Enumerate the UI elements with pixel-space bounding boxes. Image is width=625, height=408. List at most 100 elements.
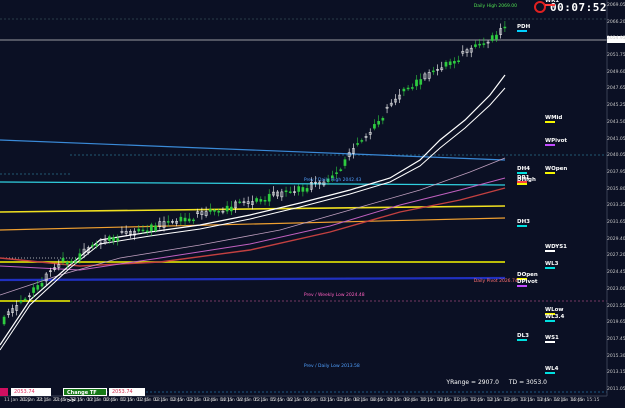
price-tick: 2015.30 bbox=[607, 353, 625, 359]
level-color-bar bbox=[545, 320, 555, 323]
level-label-text: PDH bbox=[517, 24, 531, 31]
level-label: WR1 bbox=[545, 0, 559, 6]
level-label-text: DPivot bbox=[517, 278, 538, 285]
candle bbox=[478, 43, 481, 46]
level-label-text: WPivot bbox=[545, 138, 567, 145]
candle bbox=[444, 62, 448, 67]
price-tick: 2019.65 bbox=[607, 320, 625, 326]
price-tick: 2031.65 bbox=[607, 220, 625, 226]
candle bbox=[356, 143, 359, 145]
candle bbox=[32, 287, 35, 293]
tf-panel: 2053.74 Change TF >> 2053.74 bbox=[0, 387, 145, 404]
candle bbox=[213, 210, 216, 212]
candle bbox=[137, 228, 141, 232]
candle bbox=[373, 124, 376, 129]
candle bbox=[490, 35, 494, 41]
level-label-text: WL3.4 bbox=[545, 314, 565, 321]
price-tick: 2054.95 bbox=[607, 36, 625, 42]
price-input-2[interactable]: 2053.74 bbox=[109, 387, 145, 396]
price-input[interactable]: 2053.74 bbox=[11, 387, 51, 396]
candle bbox=[95, 244, 99, 246]
level-color-bar bbox=[517, 171, 527, 174]
level-color-bar bbox=[545, 340, 555, 343]
price-tick: 2047.65 bbox=[607, 86, 625, 92]
candle bbox=[74, 260, 77, 263]
level-label-text: WL4 bbox=[545, 365, 559, 372]
candle bbox=[448, 61, 452, 66]
candle bbox=[259, 199, 263, 202]
price-tick: 2037.95 bbox=[607, 169, 625, 175]
candle bbox=[230, 206, 233, 212]
candle bbox=[284, 190, 288, 193]
level-label: WDYS1 bbox=[545, 244, 568, 253]
candle bbox=[301, 187, 305, 192]
candle bbox=[187, 218, 191, 222]
candle bbox=[255, 198, 258, 202]
price-chart[interactable] bbox=[0, 0, 625, 408]
level-color-bar bbox=[517, 182, 527, 185]
candle bbox=[179, 216, 183, 222]
level-color-bar bbox=[517, 30, 527, 33]
level-color-bar bbox=[545, 144, 555, 147]
level-label-text: WLow bbox=[545, 306, 564, 313]
candle bbox=[225, 205, 229, 212]
level-label-text: DH4 bbox=[517, 165, 530, 172]
candle bbox=[183, 217, 187, 222]
candle bbox=[335, 172, 338, 174]
candle bbox=[91, 244, 94, 247]
time-tick: 12 Jan 15:15 bbox=[571, 398, 600, 403]
candle bbox=[141, 229, 145, 232]
level-label: WOpen bbox=[545, 166, 567, 174]
price-tick: 2023.00 bbox=[607, 286, 625, 292]
candle bbox=[116, 238, 120, 241]
level-color-bar bbox=[545, 266, 555, 269]
level-label-text: DHigh bbox=[517, 176, 536, 183]
level-color-bar bbox=[517, 284, 527, 287]
price-tick: 2013.15 bbox=[607, 370, 625, 376]
price-tick: 2045.25 bbox=[607, 103, 625, 109]
level-color-bar bbox=[545, 371, 555, 374]
price-tick: 2051.75 bbox=[607, 53, 625, 59]
price-tick: 2024.45 bbox=[607, 270, 625, 276]
level-label-text: WL3 bbox=[545, 260, 559, 267]
candle bbox=[208, 209, 212, 212]
level-label: WL4 bbox=[545, 366, 558, 374]
candle bbox=[377, 121, 380, 125]
candle bbox=[402, 88, 406, 92]
candle bbox=[2, 316, 6, 325]
td-value: TD = 3053.0 bbox=[508, 379, 547, 386]
change-tf-button[interactable]: Change TF >> bbox=[63, 387, 107, 404]
level-label-text: DH3 bbox=[517, 219, 530, 226]
level-label: WL3 bbox=[545, 261, 558, 269]
candle bbox=[166, 221, 170, 223]
candle bbox=[65, 261, 69, 265]
candle bbox=[410, 87, 414, 89]
candle bbox=[70, 261, 73, 263]
candle bbox=[217, 211, 221, 213]
level-label-text: WS1 bbox=[545, 334, 559, 341]
level-label-text: WOpen bbox=[545, 165, 568, 172]
price-tick: 2021.55 bbox=[607, 303, 625, 309]
level-label-text: WDYS1 bbox=[545, 244, 568, 251]
level-color-bar bbox=[545, 171, 555, 174]
level-label: WMid bbox=[545, 115, 563, 124]
candle bbox=[61, 257, 65, 262]
level-color-bar bbox=[545, 3, 555, 6]
level-label-text: WMid bbox=[545, 115, 563, 122]
candle bbox=[360, 140, 364, 142]
candle bbox=[415, 79, 418, 87]
candle bbox=[432, 70, 435, 73]
level-label: DL3 bbox=[517, 333, 529, 342]
level-note: Prev / Daily High 2042.43 bbox=[303, 178, 362, 184]
level-label: PDH bbox=[517, 24, 531, 33]
candle bbox=[406, 87, 410, 90]
candle bbox=[40, 282, 44, 287]
candle bbox=[305, 188, 309, 192]
level-color-bar bbox=[545, 250, 555, 253]
candle bbox=[474, 44, 477, 47]
level-color-bar bbox=[517, 225, 527, 228]
level-label: WL3.4 bbox=[545, 314, 565, 323]
panel-color-swatch bbox=[0, 387, 8, 396]
level-label: WS1 bbox=[545, 335, 559, 343]
level-label-text: DOpen bbox=[517, 271, 538, 278]
